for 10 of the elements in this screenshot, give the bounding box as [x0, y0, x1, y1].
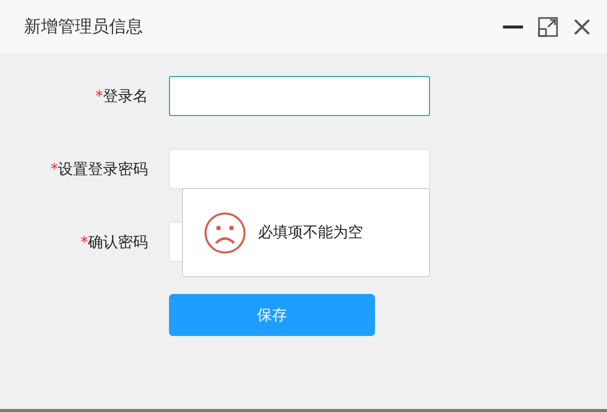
close-icon[interactable] — [573, 18, 591, 36]
field-label: *确认密码 — [80, 232, 148, 252]
save-button[interactable]: 保存 — [169, 294, 375, 336]
field-label: *设置登录密码 — [50, 160, 148, 178]
window-title: 新增管理员信息 — [24, 16, 144, 38]
maximize-icon[interactable] — [538, 16, 558, 36]
input-field[interactable] — [169, 76, 430, 116]
error-message: 必填项不能为空 — [258, 223, 363, 242]
sad-face-icon — [204, 212, 246, 254]
field-label: *登录名 — [94, 86, 148, 106]
